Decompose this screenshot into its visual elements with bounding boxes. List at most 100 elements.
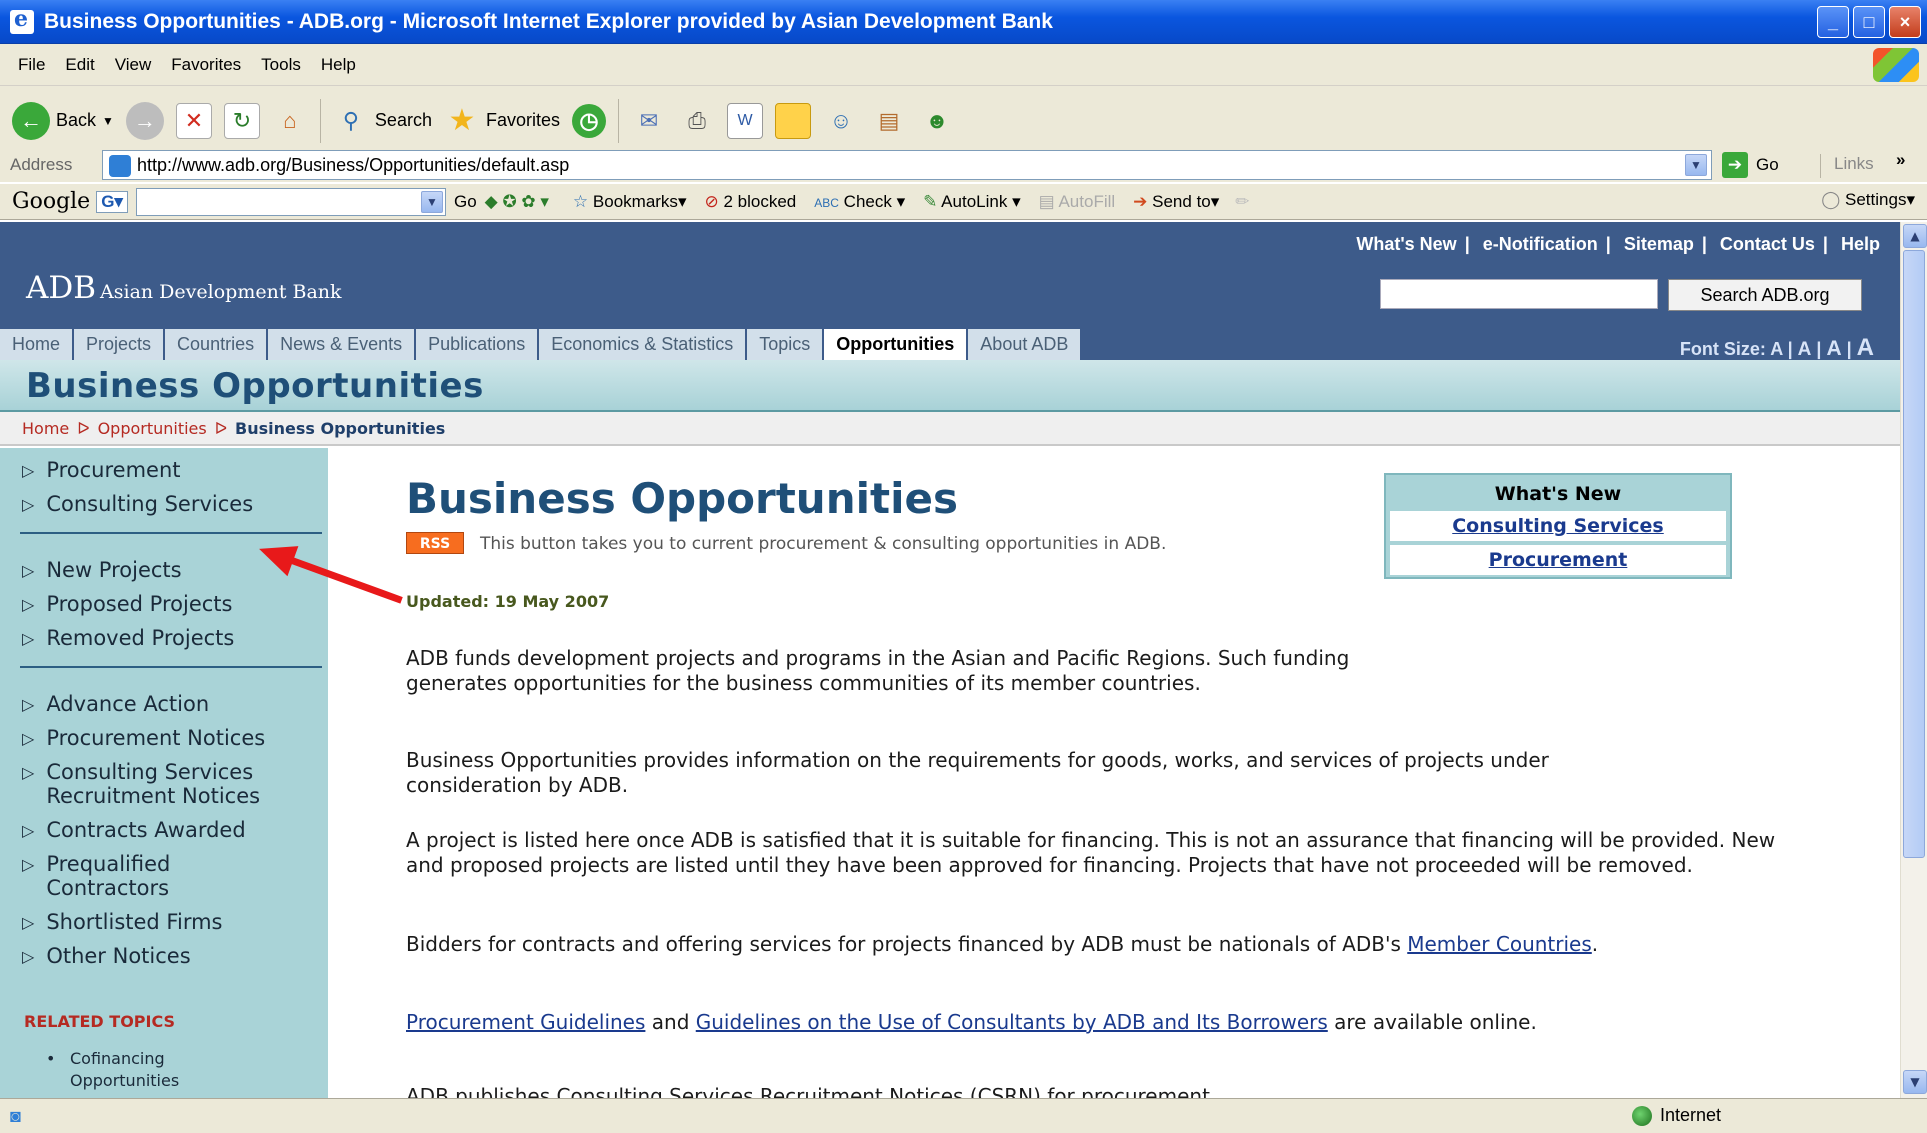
history-button[interactable]: ◷: [572, 103, 606, 138]
stop-button[interactable]: ✕: [175, 102, 212, 139]
leftnav-procurement[interactable]: ▷ Procurement: [22, 458, 181, 482]
close-button[interactable]: ×: [1889, 6, 1921, 38]
scroll-down-icon[interactable]: ▼: [1903, 1070, 1927, 1094]
autolink-button[interactable]: ✎ AutoLink ▾: [923, 192, 1020, 212]
section-title: Business Opportunities: [26, 366, 484, 406]
messenger-button[interactable]: ☺: [823, 103, 859, 139]
whats-new-consulting-link[interactable]: Consulting Services: [1452, 515, 1664, 537]
links-chevron-icon[interactable]: »: [1896, 150, 1905, 170]
autofill-button[interactable]: ▤ AutoFill: [1039, 192, 1116, 212]
top-link-whats-new[interactable]: What's New: [1356, 234, 1456, 254]
leftnav-prequalified-contractors[interactable]: ▷ Prequalified Contractors: [22, 852, 262, 900]
google-menu-icon[interactable]: G▾: [96, 190, 128, 213]
menu-file[interactable]: File: [8, 55, 55, 75]
nav-publications[interactable]: Publications: [416, 329, 540, 360]
nav-projects[interactable]: Projects: [74, 329, 166, 360]
leftnav-proposed-projects[interactable]: ▷ Proposed Projects: [22, 592, 232, 616]
edit-button[interactable]: W: [727, 102, 763, 139]
globe-icon: [1632, 1105, 1652, 1126]
bookmarks-button[interactable]: ☆ Bookmarks▾: [573, 192, 687, 212]
top-link-sitemap[interactable]: Sitemap: [1624, 234, 1694, 254]
google-search-input[interactable]: ▼: [135, 187, 446, 216]
forward-button[interactable]: →: [125, 101, 164, 140]
top-link-enotification[interactable]: e-Notification: [1483, 234, 1598, 254]
refresh-button[interactable]: ↻: [223, 102, 260, 139]
menu-view[interactable]: View: [105, 55, 162, 75]
site-search-button[interactable]: Search ADB.org: [1668, 279, 1862, 311]
breadcrumb-opportunities[interactable]: Opportunities: [98, 419, 207, 438]
leftnav-contracts-awarded[interactable]: ▷ Contracts Awarded: [22, 818, 246, 842]
scroll-up-icon[interactable]: ▲: [1903, 224, 1927, 248]
mail-button[interactable]: ✉: [631, 103, 667, 139]
whats-new-procurement-link[interactable]: Procurement: [1489, 549, 1628, 571]
search-button[interactable]: ⚲ Search: [333, 103, 432, 139]
google-nav-icons[interactable]: ◆ ✪ ✿ ▾: [485, 192, 549, 212]
leftnav-csrn[interactable]: ▷ Consulting Services Recruitment Notices: [22, 760, 312, 808]
address-input[interactable]: http://www.adb.org/Business/Opportunitie…: [102, 150, 1712, 180]
print-button[interactable]: ⎙: [679, 103, 715, 139]
discuss-button[interactable]: [775, 102, 811, 139]
highlighter-icon[interactable]: ✏: [1235, 192, 1249, 212]
font-size-control: Font Size: A | A | A | A: [1679, 334, 1874, 361]
menu-help[interactable]: Help: [311, 55, 366, 75]
standard-toolbar: ← Back ▼ → ✕ ↻ ⌂ ⚲ Search ★ Favorites ◷ …: [0, 86, 1927, 156]
minimize-button[interactable]: _: [1817, 6, 1849, 38]
menu-edit[interactable]: Edit: [55, 55, 104, 75]
ie-icon: [10, 6, 34, 34]
site-search-input[interactable]: [1380, 279, 1658, 309]
home-button[interactable]: ⌂: [272, 103, 308, 139]
links-label[interactable]: Links: [1834, 154, 1874, 174]
breadcrumb-home[interactable]: Home: [22, 419, 69, 438]
maximize-button[interactable]: □: [1853, 6, 1885, 38]
leftnav-other-notices[interactable]: ▷ Other Notices: [22, 944, 191, 968]
back-button[interactable]: ← Back ▼: [12, 101, 114, 140]
leftnav-consulting-services[interactable]: ▷ Consulting Services: [22, 492, 253, 516]
research-button[interactable]: ▤: [871, 103, 907, 139]
procurement-guidelines-link[interactable]: Procurement Guidelines: [406, 1010, 645, 1034]
top-link-contact[interactable]: Contact Us: [1720, 234, 1815, 254]
google-settings-button[interactable]: ◯ Settings▾: [1821, 190, 1915, 210]
top-link-help[interactable]: Help: [1841, 234, 1880, 254]
contacts-button[interactable]: ☻: [919, 103, 955, 139]
font-size-2[interactable]: A: [1798, 339, 1812, 360]
sendto-button[interactable]: ➔ Send to▾: [1133, 192, 1219, 212]
nav-topics[interactable]: Topics: [747, 329, 825, 360]
font-size-4[interactable]: A: [1857, 334, 1874, 361]
nav-home[interactable]: Home: [0, 329, 75, 360]
favorites-button[interactable]: ★ Favorites: [444, 103, 560, 139]
related-cofinancing[interactable]: • Cofinancing Opportunities: [46, 1048, 240, 1092]
leftnav-removed-projects[interactable]: ▷ Removed Projects: [22, 626, 234, 650]
google-logo[interactable]: Google: [12, 189, 90, 214]
menu-tools[interactable]: Tools: [251, 55, 311, 75]
leftnav-shortlisted-firms[interactable]: ▷ Shortlisted Firms: [22, 910, 223, 934]
consultant-guidelines-link[interactable]: Guidelines on the Use of Consultants by …: [696, 1010, 1328, 1034]
toolbar-separator: [319, 98, 321, 143]
leftnav-procurement-notices[interactable]: ▷ Procurement Notices: [22, 726, 265, 750]
go-arrow-icon: ➔: [1722, 152, 1748, 178]
leftnav-advance-action[interactable]: ▷ Advance Action: [22, 692, 209, 716]
nav-countries[interactable]: Countries: [165, 329, 269, 360]
font-size-1[interactable]: A: [1770, 339, 1782, 359]
google-go-button[interactable]: Go: [454, 192, 477, 212]
scroll-thumb[interactable]: [1903, 250, 1925, 858]
nav-economics-statistics[interactable]: Economics & Statistics: [539, 329, 748, 360]
rss-button[interactable]: RSS: [406, 532, 464, 554]
popup-blocker-button[interactable]: ⊘ 2 blocked: [704, 192, 796, 212]
leftnav-new-projects[interactable]: ▷ New Projects: [22, 558, 182, 582]
nav-news-events[interactable]: News & Events: [268, 329, 417, 360]
nav-about[interactable]: About ADB: [968, 329, 1083, 360]
google-dropdown-icon[interactable]: ▼: [420, 190, 443, 213]
spellcheck-button[interactable]: ABC Check ▾: [814, 192, 905, 212]
go-button[interactable]: ➔ Go: [1722, 152, 1779, 178]
address-label: Address: [10, 155, 73, 174]
member-countries-link[interactable]: Member Countries: [1407, 932, 1592, 956]
triangle-icon: ▷: [22, 629, 35, 648]
paragraph-3: A project is listed here once ADB is sat…: [406, 828, 1776, 877]
font-size-3[interactable]: A: [1826, 337, 1841, 360]
adb-logo[interactable]: ADB Asian Development Bank: [26, 270, 342, 306]
vertical-scrollbar[interactable]: ▲ ▼: [1900, 222, 1927, 1098]
address-dropdown-icon[interactable]: ▼: [1685, 154, 1707, 176]
menu-favorites[interactable]: Favorites: [161, 55, 251, 75]
nav-divider: [20, 666, 322, 668]
nav-opportunities[interactable]: Opportunities: [824, 329, 969, 360]
